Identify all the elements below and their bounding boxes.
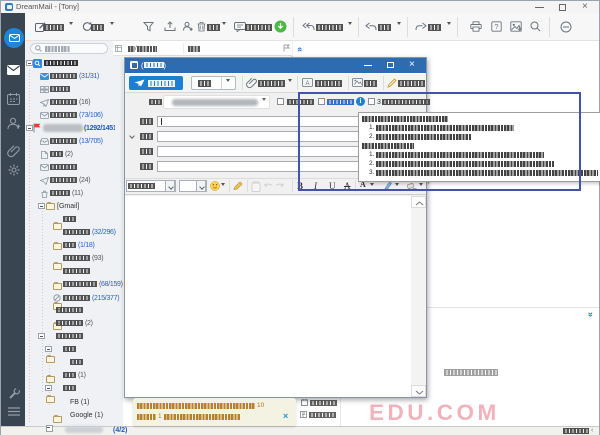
svg-text:?: ? (494, 22, 498, 31)
svg-text:A: A (305, 81, 309, 87)
